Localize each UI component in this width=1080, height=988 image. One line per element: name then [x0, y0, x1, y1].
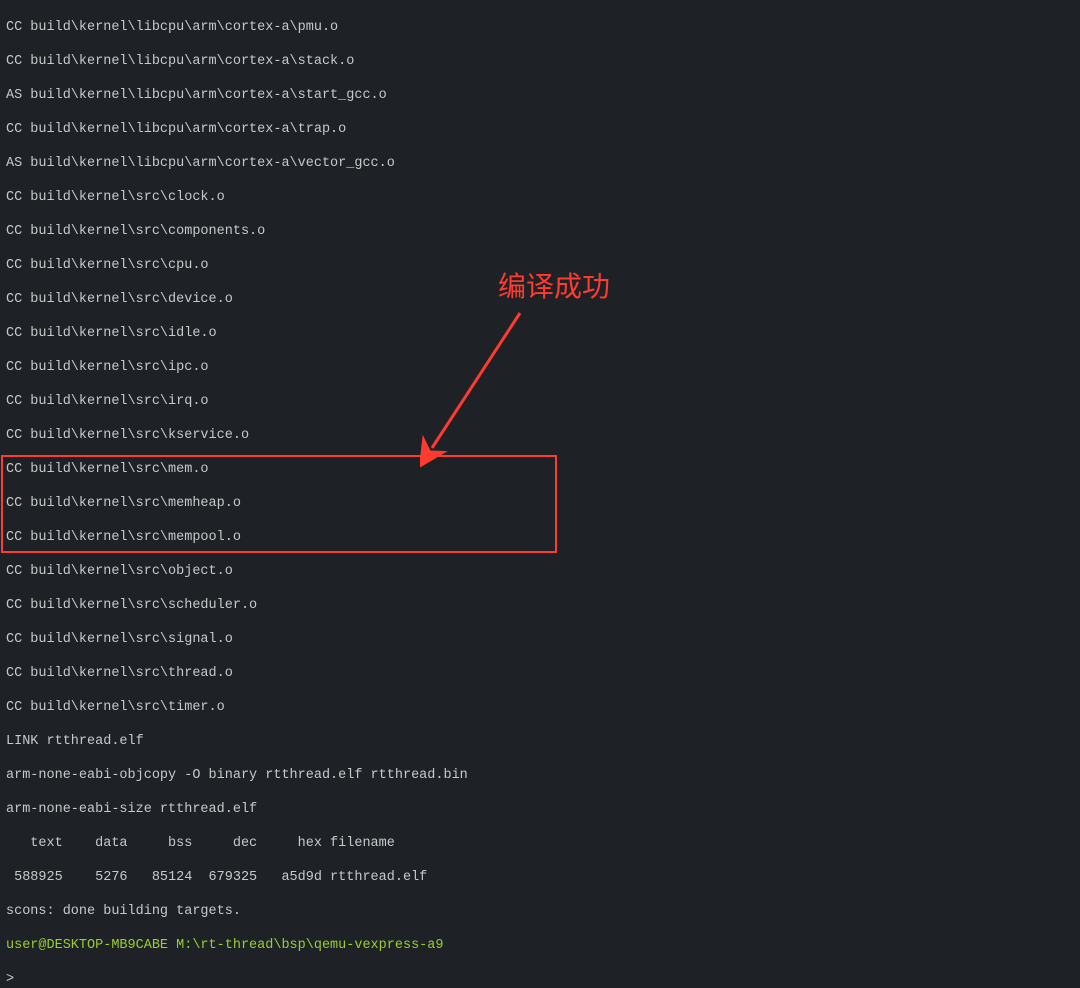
compile-line: CC build\kernel\src\idle.o	[6, 325, 1074, 342]
compile-line: CC build\kernel\libcpu\arm\cortex-a\trap…	[6, 121, 1074, 138]
compile-line: CC build\kernel\src\object.o	[6, 563, 1074, 580]
result-line: 588925 5276 85124 679325 a5d9d rtthread.…	[6, 869, 1074, 886]
compile-line: CC build\kernel\src\components.o	[6, 223, 1074, 240]
compile-line: AS build\kernel\libcpu\arm\cortex-a\star…	[6, 87, 1074, 104]
terminal-output: CC build\kernel\libcpu\arm\cortex-a\pmu.…	[6, 2, 1074, 988]
result-line: scons: done building targets.	[6, 903, 1074, 920]
compile-line: CC build\kernel\src\memheap.o	[6, 495, 1074, 512]
result-line: arm-none-eabi-objcopy -O binary rtthread…	[6, 767, 1074, 784]
compile-line: CC build\kernel\libcpu\arm\cortex-a\stac…	[6, 53, 1074, 70]
result-line: arm-none-eabi-size rtthread.elf	[6, 801, 1074, 818]
prompt-path: user@DESKTOP-MB9CABE M:\rt-thread\bsp\qe…	[6, 937, 1074, 954]
compile-line: CC build\kernel\src\clock.o	[6, 189, 1074, 206]
compile-line: CC build\kernel\src\device.o	[6, 291, 1074, 308]
compile-line: CC build\kernel\src\mempool.o	[6, 529, 1074, 546]
compile-line: CC build\kernel\libcpu\arm\cortex-a\pmu.…	[6, 19, 1074, 36]
compile-line: AS build\kernel\libcpu\arm\cortex-a\vect…	[6, 155, 1074, 172]
compile-line: CC build\kernel\src\cpu.o	[6, 257, 1074, 274]
compile-line: CC build\kernel\src\scheduler.o	[6, 597, 1074, 614]
compile-line: CC build\kernel\src\thread.o	[6, 665, 1074, 682]
compile-line: CC build\kernel\src\irq.o	[6, 393, 1074, 410]
compile-line: LINK rtthread.elf	[6, 733, 1074, 750]
compile-line: CC build\kernel\src\ipc.o	[6, 359, 1074, 376]
compile-line: CC build\kernel\src\signal.o	[6, 631, 1074, 648]
prompt-symbol[interactable]: >	[6, 972, 22, 987]
compile-line: CC build\kernel\src\mem.o	[6, 461, 1074, 478]
compile-line: CC build\kernel\src\timer.o	[6, 699, 1074, 716]
result-line: text data bss dec hex filename	[6, 835, 1074, 852]
compile-line: CC build\kernel\src\kservice.o	[6, 427, 1074, 444]
